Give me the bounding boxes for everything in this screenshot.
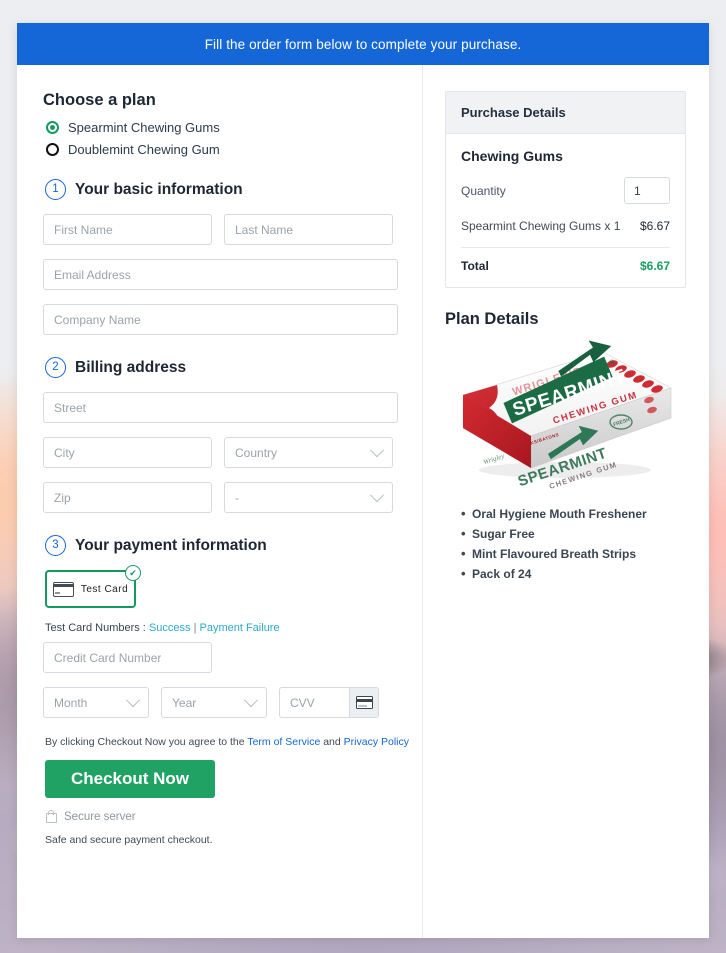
country-select-value: Country xyxy=(235,445,278,460)
quantity-label: Quantity xyxy=(461,183,506,198)
credit-card-icon xyxy=(52,581,74,597)
checkout-card: Fill the order form below to complete yo… xyxy=(17,23,709,938)
credit-card-number-input[interactable]: Credit Card Number xyxy=(43,642,212,673)
expiry-month-select[interactable]: Month xyxy=(43,687,149,718)
line-item-row: Spearmint Chewing Gums x 1 $6.67 xyxy=(461,218,670,249)
product-title: Chewing Gums xyxy=(461,148,563,164)
first-name-input[interactable]: First Name xyxy=(43,214,212,245)
svg-text:Wrigley: Wrigley xyxy=(482,452,506,467)
company-name-input[interactable]: Company Name xyxy=(43,304,398,335)
test-card-method-tile[interactable]: ✔ Test Card xyxy=(45,565,141,608)
card-back-icon xyxy=(349,688,378,717)
test-card-label: Test Card xyxy=(80,583,129,595)
radio-selected-icon[interactable] xyxy=(46,121,59,134)
radio-unselected-icon[interactable] xyxy=(46,143,59,156)
total-row: Total $6.67 xyxy=(461,248,670,273)
country-select[interactable]: Country xyxy=(224,437,393,468)
spearmint-gum-box-image: WRIGLEY'S SPEARMINT ® CHEWING GUM 15 STI… xyxy=(445,335,686,495)
step-3-header: 3 Your payment information xyxy=(45,535,422,556)
order-form-column: Choose a plan Spearmint Chewing Gums Dou… xyxy=(17,65,423,938)
state-select[interactable]: - xyxy=(224,482,393,513)
email-input[interactable]: Email Address xyxy=(43,259,398,290)
term-of-service-link[interactable]: Term of Service xyxy=(247,736,320,748)
state-select-value: - xyxy=(235,490,239,505)
list-item: Oral Hygiene Mouth Freshener xyxy=(461,506,686,521)
step-1-header: 1 Your basic information xyxy=(45,179,422,200)
line-item-amount: $6.67 xyxy=(639,219,670,233)
line-item-label: Spearmint Chewing Gums x 1 xyxy=(461,219,621,233)
secure-server-label: Secure server xyxy=(64,810,136,823)
terms-text: By clicking Checkout Now you agree to th… xyxy=(45,736,422,748)
payment-failure-link[interactable]: Payment Failure xyxy=(200,622,280,634)
secure-server-row: Secure server xyxy=(46,809,422,823)
expiry-year-select[interactable]: Year xyxy=(161,687,267,718)
terms-and: and xyxy=(323,736,341,748)
step-2-header: 2 Billing address xyxy=(45,357,422,378)
step-number-badge: 3 xyxy=(45,535,66,556)
list-item: Mint Flavoured Breath Strips xyxy=(461,546,686,561)
test-card-numbers-row: Test Card Numbers : Success | Payment Fa… xyxy=(45,622,422,634)
quantity-row: Quantity 1 xyxy=(461,177,670,204)
list-item: Sugar Free xyxy=(461,526,686,541)
cvv-input[interactable]: CVV xyxy=(280,696,349,710)
total-label: Total xyxy=(461,259,489,274)
step-title: Your payment information xyxy=(75,536,267,554)
chevron-down-icon xyxy=(369,442,385,457)
success-card-link[interactable]: Success xyxy=(149,622,191,634)
purchase-details-panel: Purchase Details Chewing Gums Quantity 1… xyxy=(445,91,686,289)
chevron-down-icon xyxy=(243,692,259,707)
privacy-policy-link[interactable]: Privacy Policy xyxy=(344,736,409,748)
step-number-badge: 1 xyxy=(45,179,66,200)
month-select-value: Month xyxy=(54,695,88,710)
step-title: Your basic information xyxy=(75,180,243,198)
purchase-details-title: Purchase Details xyxy=(446,92,685,134)
check-circle-icon: ✔ xyxy=(125,565,141,581)
checkout-now-button[interactable]: Checkout Now xyxy=(45,760,215,798)
summary-column: Purchase Details Chewing Gums Quantity 1… xyxy=(423,65,708,938)
plan-option-spearmint[interactable]: Spearmint Chewing Gums xyxy=(46,120,422,135)
plan-option-label: Spearmint Chewing Gums xyxy=(68,120,220,135)
street-input[interactable]: Street xyxy=(43,392,398,423)
list-item: Pack of 24 xyxy=(461,566,686,581)
chevron-down-icon xyxy=(369,487,385,502)
lock-icon xyxy=(46,809,57,823)
year-select-value: Year xyxy=(172,695,197,710)
link-separator: | xyxy=(193,622,197,634)
last-name-input[interactable]: Last Name xyxy=(224,214,393,245)
choose-a-plan-heading: Choose a plan xyxy=(43,91,156,109)
terms-prefix: By clicking Checkout Now you agree to th… xyxy=(45,736,245,748)
plan-details-heading: Plan Details xyxy=(445,310,539,329)
chevron-down-icon xyxy=(125,692,141,707)
safe-checkout-note: Safe and secure payment checkout. xyxy=(45,834,213,846)
plan-option-doublemint[interactable]: Doublemint Chewing Gum xyxy=(46,142,422,157)
city-input[interactable]: City xyxy=(43,437,212,468)
test-numbers-label: Test Card Numbers : xyxy=(45,622,146,634)
step-title: Billing address xyxy=(75,358,187,376)
banner-message: Fill the order form below to complete yo… xyxy=(17,23,709,65)
total-amount: $6.67 xyxy=(639,259,670,274)
zip-input[interactable]: Zip xyxy=(43,482,212,513)
cvv-input-group[interactable]: CVV xyxy=(279,687,379,718)
step-number-badge: 2 xyxy=(45,357,66,378)
plan-option-label: Doublemint Chewing Gum xyxy=(68,142,220,157)
plan-features-list: Oral Hygiene Mouth Freshener Sugar Free … xyxy=(461,506,686,581)
quantity-input[interactable]: 1 xyxy=(624,177,670,204)
